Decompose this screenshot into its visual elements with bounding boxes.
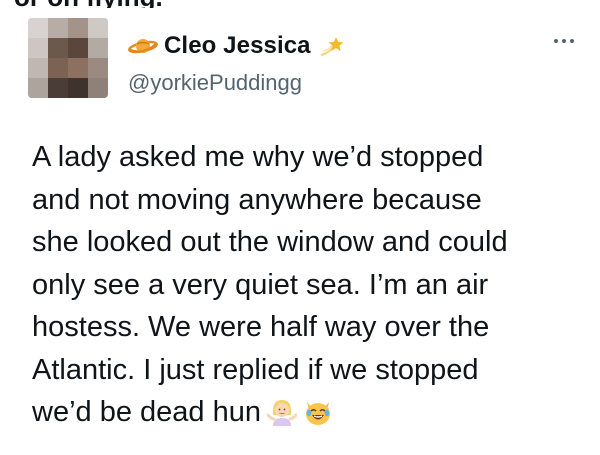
- cropped-header-text: or on flying.: [0, 0, 600, 8]
- dot: [570, 39, 574, 43]
- tweet-text-line: Atlantic. I just replied if we stopped: [32, 353, 479, 386]
- shooting-star-icon: [320, 37, 344, 57]
- tweet-text: A lady asked me why we’d stopped and not…: [32, 136, 587, 434]
- tweet-text-line: only see a very quiet sea. I’m an air: [32, 268, 489, 301]
- dot: [554, 39, 558, 43]
- tweet-last-line: we’d be dead hun: [32, 391, 587, 434]
- woman-shrugging-emoji: [266, 400, 297, 426]
- crying-laughing-cat-emoji: [305, 402, 330, 425]
- author-name-row[interactable]: Cleo Jessica: [128, 30, 345, 62]
- tweet-text-line: we’d be dead hun: [32, 396, 261, 428]
- tweet-text-line: hostess. We were half way over the: [32, 311, 490, 343]
- dot: [562, 39, 566, 43]
- avatar[interactable]: [28, 18, 108, 98]
- tweet-text-line: and not moving anywhere because: [32, 183, 482, 216]
- tweet-text-line: she looked out the window and could: [32, 226, 508, 258]
- tweet-text-line: A lady asked me why we’d stopped: [32, 141, 484, 173]
- author-handle[interactable]: @yorkiePuddingg: [128, 70, 302, 96]
- more-options-icon[interactable]: [547, 30, 581, 52]
- ringed-planet-icon: [128, 39, 158, 54]
- author-name[interactable]: Cleo Jessica: [164, 32, 311, 60]
